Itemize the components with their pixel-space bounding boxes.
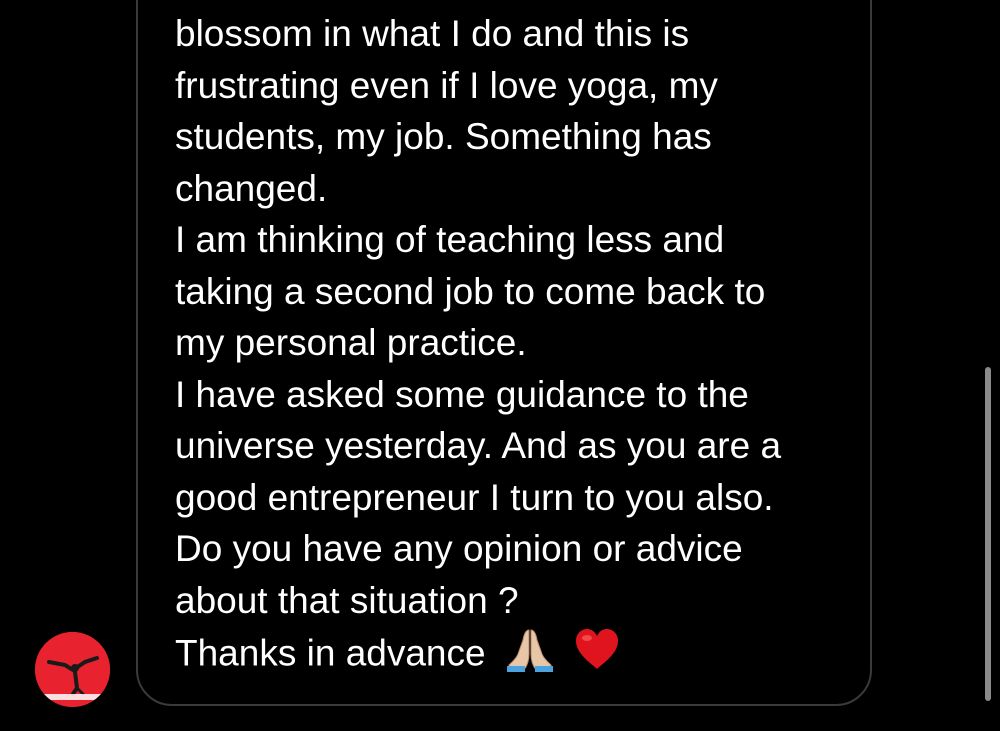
message-line: I have asked some guidance to the <box>175 373 749 415</box>
message-line: Do you have any opinion or advice <box>175 528 743 569</box>
message-line: frustrating even if I love yoga, my <box>175 64 718 106</box>
red-heart-icon <box>574 627 620 685</box>
message-line: I am thinking of teaching less and <box>175 219 725 260</box>
message-line: taking a second job to come back to <box>175 270 766 312</box>
avatar[interactable] <box>35 632 110 707</box>
message-line: my personal practice. <box>175 322 527 363</box>
message-line-last: Thanks in advance <box>175 626 855 686</box>
message-line: universe yesterday. And as you are a <box>175 425 782 466</box>
scrollbar[interactable] <box>985 367 991 701</box>
folded-hands-icon <box>506 626 554 686</box>
message-line: about that situation ? <box>175 579 519 621</box>
message-line: changed. <box>175 167 328 209</box>
message-line: blossom in what I do and this is <box>175 13 690 54</box>
message-line-text: Thanks in advance <box>175 632 486 674</box>
message-line: good entrepreneur I turn to you also. <box>175 476 774 518</box>
chat-screen: blossom in what I do and this is frustra… <box>0 0 1000 731</box>
message-line: students, my job. Something has <box>175 116 712 157</box>
yoga-pose-icon <box>35 632 110 707</box>
message-text: blossom in what I do and this is frustra… <box>175 8 855 686</box>
